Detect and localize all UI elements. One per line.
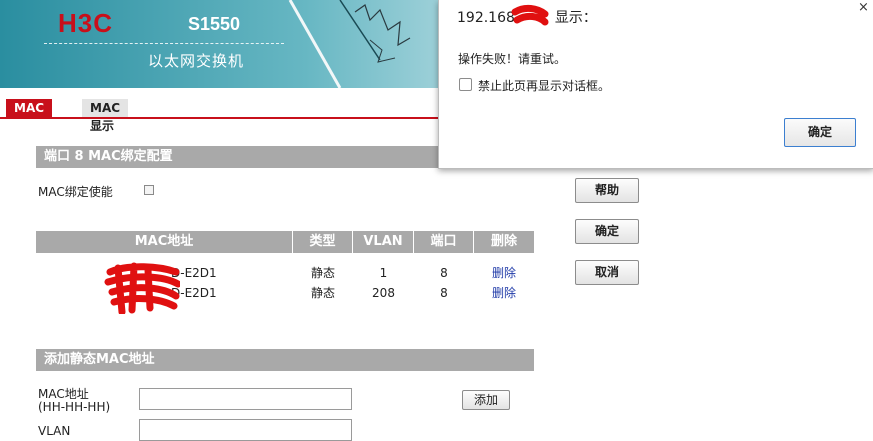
mac-format-hint: (HH-HH-HH) <box>38 400 111 414</box>
mac-bind-enable-checkbox[interactable] <box>144 185 154 195</box>
delete-link[interactable]: 删除 <box>492 266 516 280</box>
dialog-message: 操作失败！请重试。 <box>458 52 567 66</box>
add-button[interactable]: 添加 <box>462 390 510 410</box>
col-port-header: 端口 <box>414 231 474 253</box>
col-type-header: 类型 <box>293 231 353 253</box>
port-cell: 8 <box>440 266 448 280</box>
help-button[interactable]: 帮助 <box>575 178 639 203</box>
col-vlan-header: VLAN <box>353 231 414 253</box>
tab-underline <box>0 117 440 119</box>
dialog-ok-button[interactable]: 确定 <box>784 118 856 147</box>
h3c-logo: H3C <box>58 8 114 38</box>
dialog-title-suffix: 显示： <box>554 10 597 26</box>
delete-link[interactable]: 删除 <box>492 286 516 300</box>
tab-mac-bind[interactable]: MAC绑定 <box>6 99 53 133</box>
model-name: S1550 <box>188 14 241 34</box>
type-cell: 静态 <box>310 266 335 280</box>
table-header: MAC地址 类型 VLAN 端口 删除 <box>36 231 534 253</box>
vlan-cell: 1 <box>379 266 388 280</box>
add-static-mac-header: 添加静态MAC地址 <box>36 349 534 371</box>
banner-divider <box>44 43 284 44</box>
cancel-button[interactable]: 取消 <box>575 260 639 285</box>
col-delete-header: 删除 <box>490 234 517 249</box>
mac-address-input[interactable] <box>139 388 352 410</box>
banner-graphic <box>288 0 411 88</box>
suppress-dialog-checkbox[interactable] <box>459 78 472 91</box>
port-cell: 8 <box>440 286 448 300</box>
close-icon[interactable]: × <box>858 0 869 15</box>
redaction-mark <box>104 262 180 314</box>
ok-button[interactable]: 确定 <box>575 219 639 244</box>
redaction-mark <box>511 4 549 26</box>
vlan-input[interactable] <box>139 419 352 441</box>
tab-mac-display[interactable]: MAC显示 <box>82 99 129 133</box>
suppress-dialog-label: 禁止此页再显示对话框。 <box>478 79 611 93</box>
col-mac-header: MAC地址 <box>36 231 293 253</box>
vlan-cell: 208 <box>372 286 395 300</box>
vlan-label: VLAN <box>38 424 71 438</box>
mac-bind-enable-label: MAC绑定使能 <box>38 185 113 199</box>
product-subtitle: 以太网交换机 <box>148 52 245 70</box>
type-cell: 静态 <box>310 286 335 300</box>
port-config-header: 端口 8 MAC绑定配置 <box>36 146 440 168</box>
dialog-title-host: 192.168 <box>457 10 515 26</box>
